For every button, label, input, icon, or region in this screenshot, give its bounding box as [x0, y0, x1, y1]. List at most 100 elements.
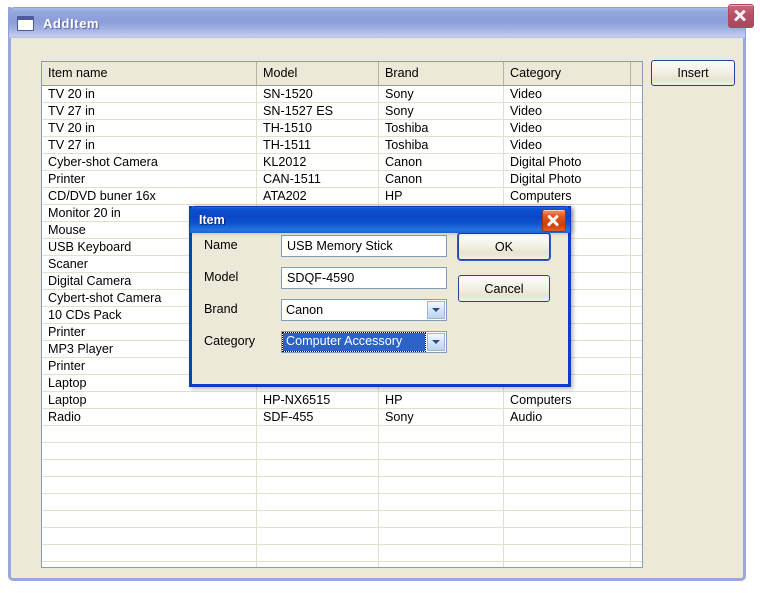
table-row[interactable]: Laptop HP-NX6515 HP Computers: [42, 391, 642, 409]
table-cell[interactable]: [503, 527, 631, 545]
column-header-model[interactable]: Model: [256, 62, 379, 86]
table-cell[interactable]: [503, 459, 631, 477]
table-cell[interactable]: [630, 510, 642, 528]
table-cell[interactable]: [503, 442, 631, 460]
table-cell[interactable]: Sony: [378, 102, 504, 120]
table-cell[interactable]: [378, 425, 504, 443]
table-row[interactable]: [42, 442, 642, 460]
table-cell[interactable]: [630, 289, 642, 307]
table-cell[interactable]: CD/DVD buner 16x: [42, 187, 257, 205]
table-cell[interactable]: [256, 425, 379, 443]
table-cell[interactable]: [378, 459, 504, 477]
table-row[interactable]: [42, 510, 642, 528]
table-cell[interactable]: [630, 323, 642, 341]
table-cell[interactable]: [503, 561, 631, 567]
table-cell[interactable]: [42, 493, 257, 511]
table-cell[interactable]: [42, 510, 257, 528]
table-cell[interactable]: Canon: [378, 170, 504, 188]
table-cell[interactable]: Laptop: [42, 391, 257, 409]
table-cell[interactable]: TH-1511: [256, 136, 379, 154]
table-row[interactable]: [42, 493, 642, 511]
column-header-category[interactable]: Category: [503, 62, 631, 86]
table-cell[interactable]: HP-NX6515: [256, 391, 379, 409]
dialog-close-icon[interactable]: [542, 209, 566, 232]
table-cell[interactable]: Sony: [378, 408, 504, 426]
column-header-blank[interactable]: [630, 62, 642, 86]
table-cell[interactable]: SN-1527 ES: [256, 102, 379, 120]
brand-combobox[interactable]: Canon: [281, 299, 447, 321]
table-cell[interactable]: [630, 102, 642, 120]
table-cell[interactable]: [503, 425, 631, 443]
table-cell[interactable]: [42, 561, 257, 567]
table-cell[interactable]: KL2012: [256, 153, 379, 171]
name-input[interactable]: [281, 235, 447, 257]
table-row[interactable]: [42, 544, 642, 562]
table-cell[interactable]: [630, 170, 642, 188]
table-row[interactable]: Radio SDF-455 Sony Audio: [42, 408, 642, 426]
ok-button[interactable]: OK: [458, 233, 550, 260]
table-cell[interactable]: [630, 153, 642, 171]
table-row[interactable]: Printer CAN-1511 Canon Digital Photo: [42, 170, 642, 188]
table-cell[interactable]: HP: [378, 187, 504, 205]
insert-button[interactable]: Insert: [651, 60, 735, 86]
table-cell[interactable]: [503, 510, 631, 528]
table-cell[interactable]: [256, 476, 379, 494]
table-cell[interactable]: Canon: [378, 153, 504, 171]
table-cell[interactable]: [42, 425, 257, 443]
model-input[interactable]: [281, 267, 447, 289]
table-cell[interactable]: Video: [503, 102, 631, 120]
table-cell[interactable]: [630, 221, 642, 239]
table-row[interactable]: TV 20 in TH-1510 Toshiba Video: [42, 119, 642, 137]
table-cell[interactable]: [630, 527, 642, 545]
cancel-button[interactable]: Cancel: [458, 275, 550, 302]
table-cell[interactable]: [256, 459, 379, 477]
table-cell[interactable]: [630, 408, 642, 426]
table-cell[interactable]: Video: [503, 85, 631, 103]
table-cell[interactable]: SDF-455: [256, 408, 379, 426]
table-cell[interactable]: [630, 476, 642, 494]
chevron-down-icon[interactable]: [427, 333, 445, 351]
table-cell[interactable]: Digital Photo: [503, 153, 631, 171]
table-cell[interactable]: CAN-1511: [256, 170, 379, 188]
table-cell[interactable]: [630, 306, 642, 324]
table-cell[interactable]: [256, 544, 379, 562]
table-cell[interactable]: [256, 510, 379, 528]
table-cell[interactable]: [378, 527, 504, 545]
table-cell[interactable]: [630, 391, 642, 409]
table-cell[interactable]: [630, 459, 642, 477]
table-cell[interactable]: [256, 442, 379, 460]
table-cell[interactable]: [378, 493, 504, 511]
chevron-down-icon[interactable]: [427, 301, 445, 319]
table-cell[interactable]: [256, 493, 379, 511]
table-cell[interactable]: [630, 544, 642, 562]
table-cell[interactable]: Video: [503, 136, 631, 154]
table-cell[interactable]: [630, 238, 642, 256]
table-row[interactable]: [42, 561, 642, 567]
window-titlebar[interactable]: AddItem: [8, 7, 746, 38]
table-cell[interactable]: [630, 204, 642, 222]
table-row[interactable]: TV 20 in SN-1520 Sony Video: [42, 85, 642, 103]
table-cell[interactable]: [256, 527, 379, 545]
table-cell[interactable]: [630, 85, 642, 103]
table-cell[interactable]: Audio: [503, 408, 631, 426]
table-row[interactable]: [42, 459, 642, 477]
table-row[interactable]: [42, 476, 642, 494]
table-cell[interactable]: [630, 255, 642, 273]
table-cell[interactable]: Toshiba: [378, 136, 504, 154]
table-cell[interactable]: [630, 561, 642, 567]
table-cell[interactable]: Toshiba: [378, 119, 504, 137]
column-header-brand[interactable]: Brand: [378, 62, 504, 86]
table-cell[interactable]: [630, 119, 642, 137]
table-cell[interactable]: TV 27 in: [42, 102, 257, 120]
table-cell[interactable]: TH-1510: [256, 119, 379, 137]
table-cell[interactable]: [42, 544, 257, 562]
table-cell[interactable]: [42, 442, 257, 460]
table-cell[interactable]: Computers: [503, 187, 631, 205]
table-cell[interactable]: TV 20 in: [42, 119, 257, 137]
table-cell[interactable]: [630, 425, 642, 443]
table-cell[interactable]: Printer: [42, 170, 257, 188]
table-row[interactable]: TV 27 in TH-1511 Toshiba Video: [42, 136, 642, 154]
table-row[interactable]: [42, 425, 642, 443]
window-close-icon[interactable]: [728, 4, 754, 28]
table-cell[interactable]: Video: [503, 119, 631, 137]
